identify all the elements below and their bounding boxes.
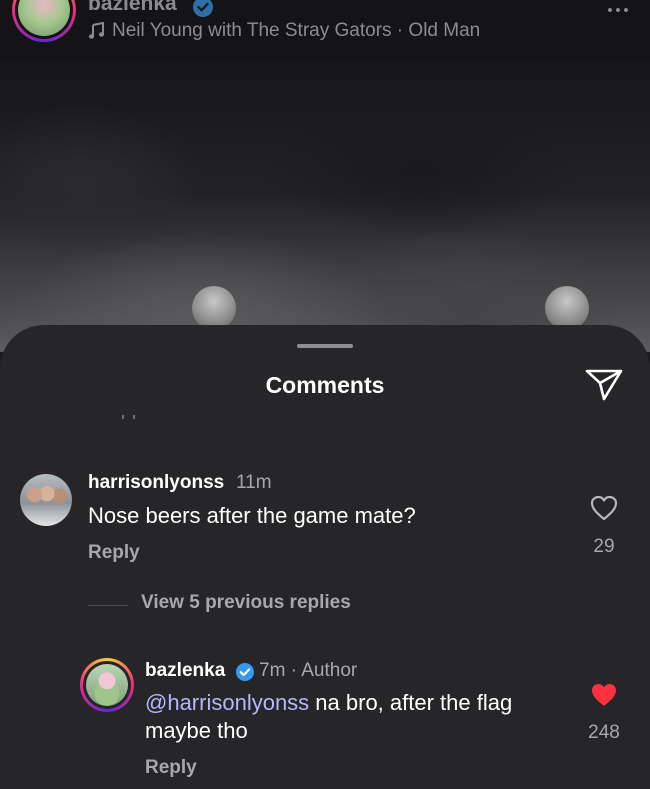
reply-mention[interactable]: @harrisonlyonss: [145, 690, 309, 715]
commenter-avatar[interactable]: [20, 474, 72, 526]
reply-button[interactable]: Reply: [88, 542, 140, 564]
comments-sheet: Comments harrisonlyonss 11m Nose beers a…: [0, 325, 650, 789]
comments-title: Comments: [265, 372, 385, 398]
music-track-label: Neil Young with The Stray Gators · Old M…: [112, 20, 481, 41]
music-track[interactable]: Neil Young with The Stray Gators · Old M…: [88, 20, 480, 42]
scroll-remnant: [133, 415, 135, 419]
video-figure: [192, 286, 236, 330]
reply-author-avatar[interactable]: [80, 658, 134, 712]
video-player[interactable]: [0, 62, 650, 352]
music-note-icon: [88, 22, 105, 39]
verified-badge-icon: [236, 663, 254, 681]
heart-outline-icon[interactable]: [590, 495, 618, 521]
video-figure: [545, 286, 589, 330]
post-author-username[interactable]: bazlenka: [88, 0, 177, 16]
send-icon[interactable]: [584, 366, 624, 402]
post-header: bazlenka Neil Young with The Stray Gator…: [0, 0, 650, 62]
heart-filled-icon[interactable]: [590, 682, 618, 708]
more-options-icon[interactable]: [608, 8, 628, 12]
comment-username[interactable]: harrisonlyonss: [88, 472, 224, 494]
post-author-avatar[interactable]: [12, 0, 76, 42]
reply-text: @harrisonlyonss na bro, after the flag m…: [145, 689, 565, 745]
reply-username[interactable]: bazlenka: [145, 660, 225, 682]
view-previous-replies-button[interactable]: View 5 previous replies: [141, 592, 351, 614]
comment-text: Nose beers after the game mate?: [88, 503, 416, 528]
comment-timestamp: 11m: [236, 472, 272, 493]
scroll-remnant: [122, 415, 124, 419]
reply-meta: 7m · Author: [259, 660, 358, 681]
sheet-drag-handle[interactable]: [297, 344, 353, 348]
reply-like-count: 248: [588, 722, 620, 743]
verified-badge-icon: [193, 0, 213, 17]
reply-button[interactable]: Reply: [145, 757, 197, 779]
like-count: 29: [593, 536, 615, 557]
replies-divider: [88, 605, 128, 606]
